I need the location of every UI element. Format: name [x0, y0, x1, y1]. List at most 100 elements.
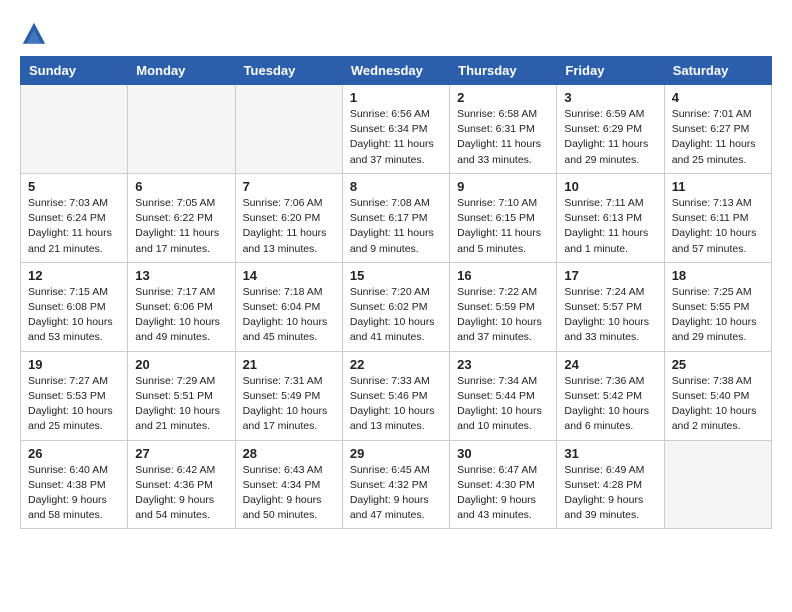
day-number: 12 [28, 268, 120, 283]
day-number: 19 [28, 357, 120, 372]
calendar-cell: 28 Sunrise: 6:43 AM Sunset: 4:34 PM Dayli… [235, 440, 342, 529]
calendar-cell [128, 85, 235, 174]
calendar-cell: 1Sunrise: 6:56 AM Sunset: 6:34 PM Daylig… [342, 85, 449, 174]
calendar-cell: 12Sunrise: 7:15 AM Sunset: 6:08 PM Dayli… [21, 262, 128, 351]
day-number: 26 [28, 446, 120, 461]
calendar-cell: 20 Sunrise: 7:29 AM Sunset: 5:51 PM Dayli… [128, 351, 235, 440]
day-number: 16 [457, 268, 549, 283]
day-info: Sunrise: 6:45 AM Sunset: 4:32 PM Dayligh… [350, 463, 442, 524]
calendar-cell: 16 Sunrise: 7:22 AM Sunset: 5:59 PM Dayli… [450, 262, 557, 351]
calendar-cell: 3 Sunrise: 6:59 AM Sunset: 6:29 PM Daylig… [557, 85, 664, 174]
day-info: Sunrise: 7:36 AM Sunset: 5:42 PM Dayligh… [564, 374, 656, 435]
day-info: Sunrise: 7:11 AM Sunset: 6:13 PM Dayligh… [564, 196, 656, 257]
day-info: Sunrise: 7:18 AM Sunset: 6:04 PM Dayligh… [243, 285, 335, 346]
week-row-3: 12Sunrise: 7:15 AM Sunset: 6:08 PM Dayli… [21, 262, 772, 351]
weekday-header-row: SundayMondayTuesdayWednesdayThursdayFrid… [21, 57, 772, 85]
calendar-cell: 29 Sunrise: 6:45 AM Sunset: 4:32 PM Dayli… [342, 440, 449, 529]
calendar-cell: 10 Sunrise: 7:11 AM Sunset: 6:13 PM Dayli… [557, 173, 664, 262]
calendar-cell: 14 Sunrise: 7:18 AM Sunset: 6:04 PM Dayli… [235, 262, 342, 351]
day-number: 3 [564, 90, 656, 105]
day-number: 18 [672, 268, 764, 283]
calendar-cell: 5 Sunrise: 7:03 AM Sunset: 6:24 PM Daylig… [21, 173, 128, 262]
day-info: Sunrise: 7:27 AM Sunset: 5:53 PM Dayligh… [28, 374, 120, 435]
calendar-cell: 25Sunrise: 7:38 AM Sunset: 5:40 PM Dayli… [664, 351, 771, 440]
day-number: 11 [672, 179, 764, 194]
week-row-1: 1Sunrise: 6:56 AM Sunset: 6:34 PM Daylig… [21, 85, 772, 174]
day-number: 31 [564, 446, 656, 461]
day-info: Sunrise: 7:03 AM Sunset: 6:24 PM Dayligh… [28, 196, 120, 257]
day-info: Sunrise: 6:40 AM Sunset: 4:38 PM Dayligh… [28, 463, 120, 524]
day-info: Sunrise: 6:59 AM Sunset: 6:29 PM Dayligh… [564, 107, 656, 168]
day-info: Sunrise: 7:17 AM Sunset: 6:06 PM Dayligh… [135, 285, 227, 346]
day-info: Sunrise: 7:34 AM Sunset: 5:44 PM Dayligh… [457, 374, 549, 435]
calendar-cell: 24 Sunrise: 7:36 AM Sunset: 5:42 PM Dayli… [557, 351, 664, 440]
calendar-cell: 4 Sunrise: 7:01 AM Sunset: 6:27 PM Daylig… [664, 85, 771, 174]
calendar-cell: 30 Sunrise: 6:47 AM Sunset: 4:30 PM Dayli… [450, 440, 557, 529]
day-info: Sunrise: 7:24 AM Sunset: 5:57 PM Dayligh… [564, 285, 656, 346]
day-number: 23 [457, 357, 549, 372]
calendar-cell: 19 Sunrise: 7:27 AM Sunset: 5:53 PM Dayli… [21, 351, 128, 440]
day-number: 24 [564, 357, 656, 372]
day-info: Sunrise: 6:56 AM Sunset: 6:34 PM Dayligh… [350, 107, 442, 168]
calendar-cell: 11Sunrise: 7:13 AM Sunset: 6:11 PM Dayli… [664, 173, 771, 262]
day-info: Sunrise: 6:47 AM Sunset: 4:30 PM Dayligh… [457, 463, 549, 524]
calendar-cell: 17 Sunrise: 7:24 AM Sunset: 5:57 PM Dayli… [557, 262, 664, 351]
calendar-cell: 6 Sunrise: 7:05 AM Sunset: 6:22 PM Daylig… [128, 173, 235, 262]
day-info: Sunrise: 7:33 AM Sunset: 5:46 PM Dayligh… [350, 374, 442, 435]
day-number: 8 [350, 179, 442, 194]
calendar-cell: 22 Sunrise: 7:33 AM Sunset: 5:46 PM Dayli… [342, 351, 449, 440]
day-number: 27 [135, 446, 227, 461]
day-info: Sunrise: 7:05 AM Sunset: 6:22 PM Dayligh… [135, 196, 227, 257]
logo [20, 20, 52, 48]
weekday-header-friday: Friday [557, 57, 664, 85]
day-number: 6 [135, 179, 227, 194]
day-info: Sunrise: 7:06 AM Sunset: 6:20 PM Dayligh… [243, 196, 335, 257]
calendar-cell [21, 85, 128, 174]
day-info: Sunrise: 6:43 AM Sunset: 4:34 PM Dayligh… [243, 463, 335, 524]
day-number: 29 [350, 446, 442, 461]
calendar-cell: 7 Sunrise: 7:06 AM Sunset: 6:20 PM Daylig… [235, 173, 342, 262]
day-number: 17 [564, 268, 656, 283]
day-number: 22 [350, 357, 442, 372]
calendar-cell: 2Sunrise: 6:58 AM Sunset: 6:31 PM Daylig… [450, 85, 557, 174]
calendar-cell: 18 Sunrise: 7:25 AM Sunset: 5:55 PM Dayli… [664, 262, 771, 351]
day-info: Sunrise: 7:01 AM Sunset: 6:27 PM Dayligh… [672, 107, 764, 168]
day-number: 2 [457, 90, 549, 105]
weekday-header-monday: Monday [128, 57, 235, 85]
day-info: Sunrise: 6:42 AM Sunset: 4:36 PM Dayligh… [135, 463, 227, 524]
day-number: 30 [457, 446, 549, 461]
calendar-cell: 9 Sunrise: 7:10 AM Sunset: 6:15 PM Daylig… [450, 173, 557, 262]
calendar-cell: 8Sunrise: 7:08 AM Sunset: 6:17 PM Daylig… [342, 173, 449, 262]
day-number: 7 [243, 179, 335, 194]
day-number: 10 [564, 179, 656, 194]
calendar-cell: 23 Sunrise: 7:34 AM Sunset: 5:44 PM Dayli… [450, 351, 557, 440]
calendar-cell [664, 440, 771, 529]
day-number: 4 [672, 90, 764, 105]
weekday-header-thursday: Thursday [450, 57, 557, 85]
day-number: 25 [672, 357, 764, 372]
calendar-cell: 21Sunrise: 7:31 AM Sunset: 5:49 PM Dayli… [235, 351, 342, 440]
weekday-header-sunday: Sunday [21, 57, 128, 85]
day-number: 28 [243, 446, 335, 461]
day-info: Sunrise: 7:25 AM Sunset: 5:55 PM Dayligh… [672, 285, 764, 346]
day-info: Sunrise: 7:22 AM Sunset: 5:59 PM Dayligh… [457, 285, 549, 346]
header [20, 20, 772, 48]
day-number: 5 [28, 179, 120, 194]
day-number: 13 [135, 268, 227, 283]
calendar-cell: 31 Sunrise: 6:49 AM Sunset: 4:28 PM Dayli… [557, 440, 664, 529]
day-info: Sunrise: 7:29 AM Sunset: 5:51 PM Dayligh… [135, 374, 227, 435]
day-info: Sunrise: 7:10 AM Sunset: 6:15 PM Dayligh… [457, 196, 549, 257]
day-number: 9 [457, 179, 549, 194]
day-number: 21 [243, 357, 335, 372]
calendar-cell: 15Sunrise: 7:20 AM Sunset: 6:02 PM Dayli… [342, 262, 449, 351]
calendar-cell: 26 Sunrise: 6:40 AM Sunset: 4:38 PM Dayli… [21, 440, 128, 529]
day-info: Sunrise: 6:49 AM Sunset: 4:28 PM Dayligh… [564, 463, 656, 524]
day-number: 20 [135, 357, 227, 372]
day-number: 15 [350, 268, 442, 283]
calendar-cell: 27 Sunrise: 6:42 AM Sunset: 4:36 PM Dayli… [128, 440, 235, 529]
week-row-4: 19 Sunrise: 7:27 AM Sunset: 5:53 PM Dayli… [21, 351, 772, 440]
page: SundayMondayTuesdayWednesdayThursdayFrid… [0, 0, 792, 539]
day-number: 14 [243, 268, 335, 283]
weekday-header-saturday: Saturday [664, 57, 771, 85]
logo-icon [20, 20, 48, 48]
